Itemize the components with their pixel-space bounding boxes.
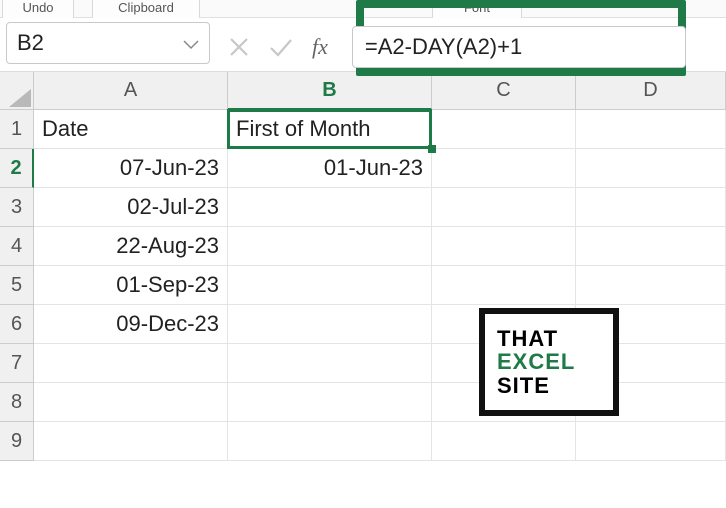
cell[interactable] <box>34 422 228 461</box>
row-header[interactable]: 8 <box>0 383 34 422</box>
watermark-line: THAT <box>497 327 613 350</box>
fill-handle[interactable] <box>428 145 436 153</box>
watermark-line: EXCEL <box>497 350 613 373</box>
cell[interactable] <box>34 383 228 422</box>
cell[interactable] <box>576 227 726 266</box>
cell[interactable] <box>576 422 726 461</box>
cell[interactable] <box>432 266 576 305</box>
cell[interactable] <box>34 344 228 383</box>
cell[interactable]: 07-Jun-23 <box>34 149 228 188</box>
cancel-icon[interactable] <box>228 36 250 58</box>
ribbon-section-clipboard[interactable]: Clipboard <box>92 0 200 18</box>
cell[interactable]: Date <box>34 110 228 149</box>
ribbon-section-font[interactable]: Font <box>432 0 522 18</box>
row-header[interactable]: 5 <box>0 266 34 305</box>
cell[interactable]: 09-Dec-23 <box>34 305 228 344</box>
cell[interactable] <box>228 344 432 383</box>
watermark-logo: THAT EXCEL SITE <box>479 308 619 416</box>
cell[interactable] <box>576 110 726 149</box>
enter-icon[interactable] <box>268 36 294 58</box>
row-header[interactable]: 9 <box>0 422 34 461</box>
row-header[interactable]: 1 <box>0 110 34 149</box>
row-header[interactable]: 3 <box>0 188 34 227</box>
cell[interactable] <box>228 422 432 461</box>
select-all-corner[interactable] <box>0 72 34 110</box>
cell[interactable]: First of Month <box>228 110 432 149</box>
cell[interactable] <box>576 149 726 188</box>
formula-bar: B2 fx =A2-DAY(A2)+1 <box>0 18 726 72</box>
cell[interactable] <box>228 188 432 227</box>
col-header-c[interactable]: C <box>432 72 576 110</box>
name-box[interactable]: B2 <box>6 22 210 64</box>
cell[interactable] <box>432 110 576 149</box>
watermark-line: SITE <box>497 374 613 397</box>
cell[interactable]: 22-Aug-23 <box>34 227 228 266</box>
formula-input[interactable]: =A2-DAY(A2)+1 <box>352 26 686 68</box>
row-header[interactable]: 7 <box>0 344 34 383</box>
col-header-a[interactable]: A <box>34 72 228 110</box>
cell[interactable] <box>432 227 576 266</box>
cell[interactable]: 02-Jul-23 <box>34 188 228 227</box>
ribbon-labels: Undo Clipboard Font <box>0 0 726 18</box>
insert-function-icon[interactable]: fx <box>312 34 328 60</box>
cell[interactable] <box>228 305 432 344</box>
cell[interactable] <box>228 227 432 266</box>
row-header[interactable]: 4 <box>0 227 34 266</box>
cell[interactable] <box>432 422 576 461</box>
cell[interactable] <box>228 266 432 305</box>
cell[interactable]: 01-Sep-23 <box>34 266 228 305</box>
cell[interactable] <box>432 188 576 227</box>
row-header[interactable]: 6 <box>0 305 34 344</box>
col-header-d[interactable]: D <box>576 72 726 110</box>
row-header[interactable]: 2 <box>0 149 34 188</box>
cell-reference: B2 <box>17 30 44 56</box>
cell[interactable] <box>576 188 726 227</box>
formula-text: =A2-DAY(A2)+1 <box>365 34 522 60</box>
cell-selected[interactable]: 01-Jun-23 <box>228 149 432 188</box>
cell[interactable] <box>228 383 432 422</box>
cell[interactable] <box>432 149 576 188</box>
ribbon-section-undo[interactable]: Undo <box>2 0 74 18</box>
col-header-b[interactable]: B <box>228 72 432 110</box>
chevron-down-icon[interactable] <box>183 30 199 56</box>
cell[interactable] <box>576 266 726 305</box>
